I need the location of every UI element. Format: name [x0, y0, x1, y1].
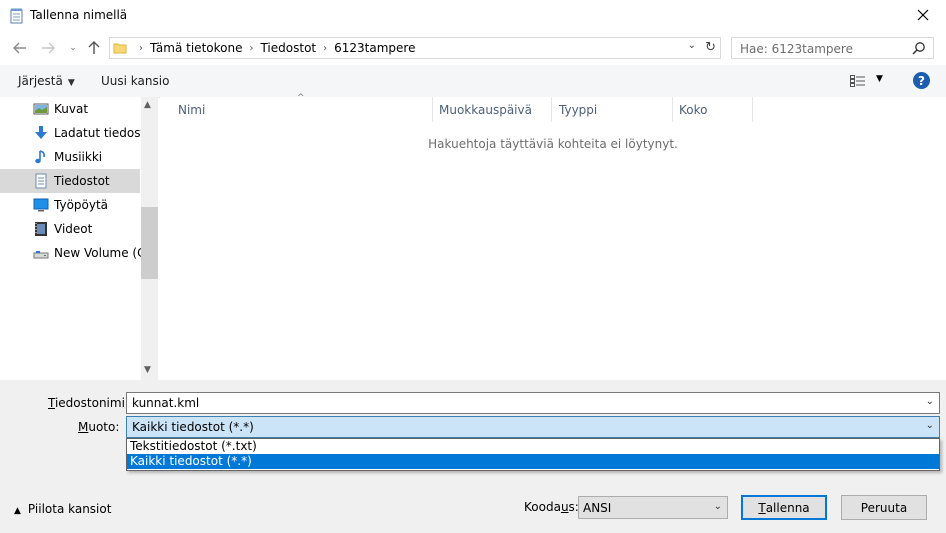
chevron-down-icon[interactable]: ⌄: [926, 396, 934, 407]
address-bar[interactable]: › Tämä tietokone › Tiedostot › 6123tampe…: [109, 37, 721, 59]
search-icon: [912, 42, 925, 55]
search-placeholder: Hae: 6123tampere: [740, 42, 853, 56]
back-arrow-icon: [13, 42, 26, 54]
breadcrumb-this-pc[interactable]: Tämä tietokone: [150, 41, 242, 55]
filename-value: kunnat.kml: [132, 396, 200, 410]
cancel-button[interactable]: Peruuta: [841, 495, 927, 520]
filename-field[interactable]: kunnat.kml ⌄: [126, 392, 940, 414]
empty-message: Hakuehtoja täyttäviä kohteita ei löytyny…: [428, 137, 678, 151]
caret-up-icon: ▲: [14, 506, 21, 516]
nav-item-drive-c[interactable]: New Volume (C:: [0, 241, 150, 265]
forward-button[interactable]: [38, 39, 58, 57]
file-type-label: Muoto:: [78, 420, 120, 434]
chevron-down-icon[interactable]: ⌄: [926, 420, 934, 431]
organize-button[interactable]: Järjestä ▼: [18, 74, 75, 88]
address-dropdown-icon[interactable]: ⌄: [688, 40, 696, 51]
nav-item-videos[interactable]: Videot: [0, 217, 140, 241]
command-toolbar: Järjestä ▼ Uusi kansio ▼ ?: [0, 65, 946, 98]
navigation-pane: Kuvat Ladatut tiedosto Musiikki Tiedosto…: [0, 97, 158, 380]
encoding-value: ANSI: [583, 501, 612, 515]
organize-label: Järjestä: [18, 74, 63, 88]
folder-icon: [113, 43, 127, 54]
column-divider[interactable]: [752, 97, 753, 122]
column-header-modified[interactable]: Muokkauspäivä: [439, 103, 532, 117]
column-header-type[interactable]: Tyyppi: [559, 103, 597, 117]
close-button[interactable]: [900, 0, 946, 30]
notepad-icon: [10, 8, 23, 24]
new-folder-button[interactable]: Uusi kansio: [101, 74, 169, 88]
column-header-name[interactable]: Nimi: [178, 103, 205, 117]
music-icon: [35, 150, 45, 164]
drive-icon: [33, 251, 49, 259]
forward-arrow-icon: [42, 42, 55, 54]
title-bar: Tallenna nimellä: [0, 0, 946, 33]
file-type-value: Kaikki tiedostot (*.*): [132, 420, 254, 434]
back-button[interactable]: [10, 39, 30, 57]
nav-item-documents[interactable]: Tiedostot: [0, 169, 140, 193]
window-title: Tallenna nimellä: [30, 8, 128, 22]
breadcrumb-chevron-icon: ›: [249, 42, 254, 54]
file-type-option-all[interactable]: Kaikki tiedostot (*.*): [127, 454, 939, 469]
column-header-size[interactable]: Koko: [679, 103, 707, 117]
breadcrumb-current-folder[interactable]: 6123tampere: [334, 41, 415, 55]
file-type-dropdown-list: Tekstitiedostot (*.txt) Kaikki tiedostot…: [126, 438, 940, 471]
breadcrumb-documents[interactable]: Tiedostot: [260, 41, 316, 55]
chevron-down-icon: ⌄: [713, 501, 722, 512]
view-details-icon[interactable]: [850, 75, 866, 87]
column-divider[interactable]: [672, 97, 673, 122]
sort-ascending-icon: ^: [297, 93, 305, 103]
nav-item-desktop[interactable]: Työpöytä: [0, 193, 140, 217]
encoding-select[interactable]: ANSI ⌄: [578, 496, 728, 519]
hide-folders-button[interactable]: ▲ Piilota kansiot: [14, 502, 111, 516]
save-form: Tiedostonimi: kunnat.kml ⌄ Muoto: Kaikki…: [0, 380, 946, 533]
pictures-icon: [33, 103, 49, 115]
help-icon[interactable]: ?: [913, 72, 930, 89]
scroll-down-icon[interactable]: ▼: [144, 365, 151, 375]
nav-item-downloads[interactable]: Ladatut tiedosto: [0, 121, 153, 145]
downloads-icon: [35, 126, 47, 139]
filename-label: Tiedostonimi:: [48, 396, 129, 410]
view-options-caret-icon[interactable]: ▼: [876, 74, 883, 84]
search-box[interactable]: Hae: 6123tampere: [731, 37, 934, 59]
up-button[interactable]: [84, 39, 104, 57]
breadcrumb-chevron-icon: ›: [139, 42, 143, 54]
documents-icon: [35, 173, 47, 189]
file-list[interactable]: ^ Nimi Muokkauspäivä Tyyppi Koko Hakueht…: [160, 93, 946, 380]
nav-item-music[interactable]: Musiikki: [0, 145, 140, 169]
nav-scrollbar-thumb[interactable]: [141, 207, 158, 279]
desktop-icon: [33, 198, 49, 212]
file-type-option-txt[interactable]: Tekstitiedostot (*.txt): [127, 439, 939, 454]
nav-item-pictures[interactable]: Kuvat: [0, 97, 140, 121]
caret-down-icon: ▼: [67, 78, 75, 88]
file-type-select[interactable]: Kaikki tiedostot (*.*) ⌄: [126, 416, 940, 438]
refresh-icon[interactable]: ↻: [705, 40, 716, 55]
up-arrow-icon: [88, 41, 100, 54]
column-divider[interactable]: [551, 97, 552, 122]
column-divider[interactable]: [432, 97, 433, 122]
breadcrumb-chevron-icon: ›: [323, 42, 328, 54]
save-button[interactable]: Tallenna: [741, 495, 827, 520]
scroll-up-icon[interactable]: ▲: [144, 100, 151, 110]
close-icon: [917, 9, 929, 21]
recent-locations-button[interactable]: ⌄: [63, 39, 83, 57]
chevron-down-icon: ⌄: [69, 43, 77, 53]
encoding-label: Koodaus:: [524, 500, 579, 514]
videos-icon: [35, 222, 47, 236]
